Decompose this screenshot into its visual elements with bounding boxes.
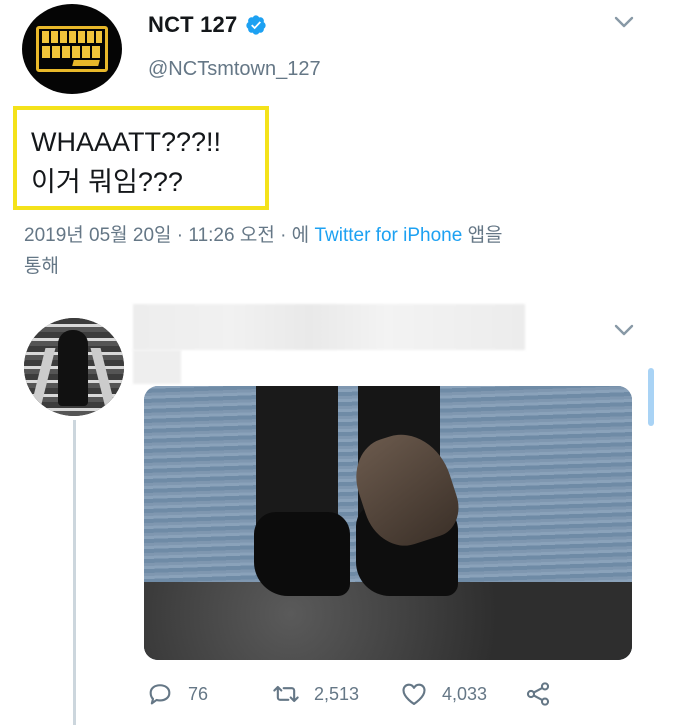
tweet-source-suffix: 앱을 [467, 225, 503, 246]
author-handle[interactable]: @NCTsmtown_127 [148, 58, 321, 81]
tweet-text-line-1: WHAAATT???!! [31, 127, 222, 157]
super-human-logo [36, 26, 108, 72]
share-button[interactable] [524, 680, 552, 708]
tweet-text-line-2: 이거 뭐임??? [31, 167, 183, 197]
reply-media-image[interactable] [144, 386, 632, 660]
scrollbar[interactable] [648, 368, 654, 426]
tweet-text-highlight: WHAAATT???!! 이거 뭐임??? [13, 106, 269, 210]
share-icon [526, 682, 550, 706]
profile-avatar-nct127[interactable] [22, 4, 122, 94]
like-count: 4,033 [442, 683, 488, 704]
blurred-reply-author [133, 304, 525, 350]
tweet-source-link[interactable]: Twitter for iPhone [314, 225, 462, 246]
retweet-button[interactable]: 2,513 [272, 680, 359, 708]
verified-badge-icon [246, 15, 267, 35]
reply-author-avatar[interactable] [24, 318, 124, 416]
reply-button[interactable]: 76 [146, 680, 208, 708]
chevron-down-icon[interactable] [612, 14, 636, 30]
reply-count: 76 [188, 683, 209, 704]
author-name-row[interactable]: NCT 127 [148, 12, 267, 38]
retweet-count: 2,513 [314, 683, 360, 704]
tweet-metadata: 2019년 05월 20일 · 11:26 오전 · 에 Twitter for… [24, 220, 644, 282]
retweet-icon [273, 685, 299, 703]
chevron-down-icon[interactable] [612, 322, 636, 338]
tweet-date: 2019년 05월 20일 · 11:26 오전 · 에 [24, 225, 310, 246]
display-name[interactable]: NCT 127 [148, 12, 237, 38]
blurred-reply-text [133, 350, 181, 384]
like-button[interactable]: 4,033 [400, 680, 487, 708]
tweet-source-suffix-2: 통해 [24, 256, 59, 277]
heart-icon [402, 683, 426, 705]
thread-connector-line [73, 420, 76, 725]
reply-bubble-icon [149, 684, 171, 705]
